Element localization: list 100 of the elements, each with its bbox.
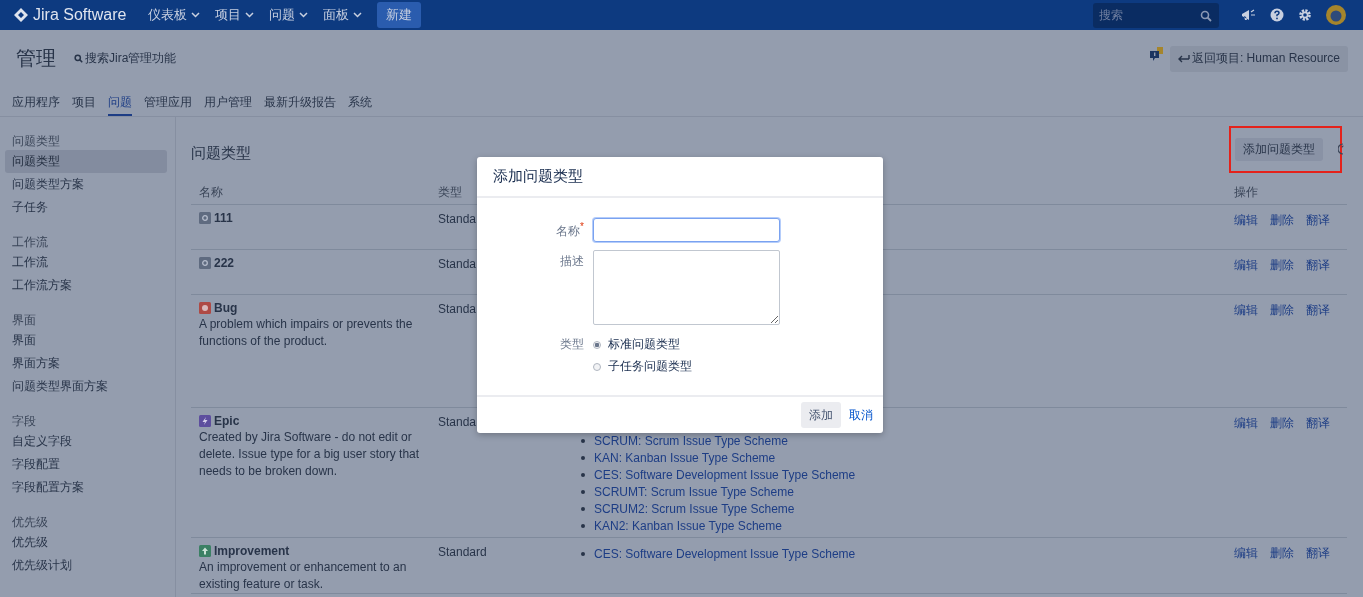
admin-tab[interactable]: 系统 <box>348 87 372 116</box>
sidebar-item[interactable]: 问题类型界面方案 <box>5 375 167 398</box>
scheme-link[interactable]: SCRUM2: Scrum Issue Type Scheme <box>594 501 795 516</box>
sidebar-item[interactable]: 界面方案 <box>5 352 167 375</box>
feedback-icon[interactable] <box>1148 46 1165 63</box>
issue-type-name: 111 <box>214 211 233 225</box>
sidebar-heading: 字段 <box>11 413 37 430</box>
add-button[interactable]: 添加 <box>801 402 841 428</box>
dialog-title: 添加问题类型 <box>493 167 583 186</box>
issue-type-name: Improvement <box>214 544 290 558</box>
radio-option[interactable]: 子任务问题类型 <box>593 358 692 375</box>
scheme-link[interactable]: KAN: Kanban Issue Type Scheme <box>594 450 776 465</box>
action-link[interactable]: 删除 <box>1270 257 1294 294</box>
action-link[interactable]: 删除 <box>1270 545 1294 593</box>
create-button[interactable]: 新建 <box>377 2 422 28</box>
action-link[interactable]: 编辑 <box>1234 212 1258 249</box>
settings-icon[interactable] <box>1298 8 1312 22</box>
chevron-down-icon <box>353 12 363 18</box>
issue-type-name: Bug <box>214 301 238 315</box>
product-logo-text[interactable]: Jira Software <box>33 6 127 24</box>
add-issue-type-button[interactable]: 添加问题类型 <box>1235 137 1323 161</box>
sidebar-item[interactable]: 子任务 <box>5 196 167 219</box>
sidebar-heading: 问题类型 <box>11 133 61 150</box>
table-cell: Standa <box>438 257 477 271</box>
action-link[interactable]: 编辑 <box>1234 545 1258 593</box>
action-link[interactable]: 删除 <box>1270 212 1294 249</box>
admin-tab[interactable]: 问题 <box>108 87 132 116</box>
issue-type-description: Created by Jira Software - do not edit or delete. Issue type for a big user story that needs to be broken down. <box>199 429 421 480</box>
sidebar-item[interactable]: 自定义字段 <box>5 430 167 453</box>
sidebar-item[interactable]: 优先级 <box>5 531 167 554</box>
chevron-down-icon <box>245 12 255 18</box>
column-header: 类型 <box>438 184 463 201</box>
column-header: 操作 <box>1234 184 1259 201</box>
sidebar-item[interactable]: 工作流方案 <box>5 274 167 297</box>
action-link[interactable]: 编辑 <box>1234 257 1258 294</box>
sidebar-item[interactable]: 字段配置方案 <box>5 476 167 499</box>
issue-type-description: An improvement or enhancement to an existing feature or task. <box>199 559 408 593</box>
sidebar-item[interactable]: 工作流 <box>5 251 167 274</box>
action-link[interactable]: 翻译 <box>1306 302 1330 407</box>
back-arrow-icon <box>1177 54 1190 63</box>
field-label: 名称$^{*}$ <box>555 220 585 240</box>
issue-type-description: A problem which impairs or prevents the functions of the product. <box>199 316 414 350</box>
action-link[interactable]: 删除 <box>1270 415 1294 537</box>
cancel-link[interactable]: 取消 <box>849 406 873 424</box>
scheme-link[interactable]: SCRUM: Scrum Issue Type Scheme <box>594 433 788 448</box>
scheme-link[interactable]: KAN2: Kanban Issue Type Scheme <box>594 518 782 533</box>
radio-option[interactable]: 标准问题类型 <box>593 336 692 353</box>
page-title: 管理 <box>16 46 56 71</box>
nav-menu[interactable]: 面板 <box>317 6 369 24</box>
scheme-link[interactable]: CES: Software Development Issue Type Scheme <box>594 546 856 561</box>
sidebar-item[interactable]: 字段配置 <box>5 453 167 476</box>
name-input-field[interactable] <box>593 218 780 242</box>
chevron-down-icon <box>191 12 201 18</box>
avatar-icon[interactable] <box>1326 5 1346 25</box>
action-link[interactable]: 编辑 <box>1234 302 1258 407</box>
bug-icon <box>199 302 211 314</box>
nav-menu[interactable]: 问题 <box>263 6 315 24</box>
field-label: 类型 <box>559 336 585 353</box>
admin-tab[interactable]: 管理应用 <box>144 87 192 116</box>
admin-tab[interactable]: 应用程序 <box>12 87 60 116</box>
admin-tab[interactable]: 最新升级报告 <box>264 87 336 116</box>
sidebar-heading: 优先级 <box>11 514 49 531</box>
table-cell: Standa <box>438 212 477 226</box>
circle-icon <box>199 212 211 224</box>
scheme-link[interactable]: SCRUMT: Scrum Issue Type Scheme <box>594 484 794 499</box>
scheme-link[interactable]: CES: Software Development Issue Type Scheme <box>594 467 856 482</box>
table-cell: Standa <box>438 302 477 316</box>
action-link[interactable]: 翻译 <box>1306 415 1330 537</box>
admin-search-link[interactable]: 搜索Jira管理功能 <box>74 50 177 67</box>
chevron-down-icon <box>299 12 309 18</box>
sidebar-item[interactable]: 界面 <box>5 329 167 352</box>
issue-type-name: Epic <box>214 414 240 428</box>
action-link[interactable]: 删除 <box>1270 302 1294 407</box>
description-field[interactable] <box>593 250 780 325</box>
sidebar-item[interactable]: 优先级计划 <box>5 554 167 577</box>
action-link[interactable]: 编辑 <box>1234 415 1258 537</box>
admin-tab[interactable]: 项目 <box>72 87 96 116</box>
section-title: 问题类型 <box>191 143 251 163</box>
issue-type-name: 222 <box>214 256 235 270</box>
back-to-project-button[interactable]: 返回项目: Human Resource <box>1169 45 1348 72</box>
sidebar-item[interactable]: 问题类型 <box>5 150 167 173</box>
nav-menu[interactable]: 仪表板 <box>142 6 207 24</box>
megaphone-icon[interactable] <box>1240 8 1256 22</box>
circle-icon <box>199 257 211 269</box>
search-field[interactable]: 搜索 <box>1093 2 1219 28</box>
action-link[interactable]: 翻译 <box>1306 545 1330 593</box>
column-header: 名称 <box>198 184 224 201</box>
sidebar-item[interactable]: 问题类型方案 <box>5 173 167 196</box>
lightning-icon <box>199 415 211 427</box>
action-link[interactable]: 翻译 <box>1306 212 1330 249</box>
sidebar-heading: 界面 <box>11 312 37 329</box>
field-label: 描述 <box>559 253 585 270</box>
up-arrow-icon <box>199 545 211 557</box>
diamond-logo-icon <box>13 7 29 23</box>
action-link[interactable]: 翻译 <box>1306 257 1330 294</box>
table-cell: Standa <box>438 415 477 429</box>
admin-tab[interactable]: 用户管理 <box>204 87 252 116</box>
search-icon <box>74 54 83 63</box>
sidebar-heading: 工作流 <box>11 234 49 251</box>
nav-menu[interactable]: 项目 <box>209 6 261 24</box>
